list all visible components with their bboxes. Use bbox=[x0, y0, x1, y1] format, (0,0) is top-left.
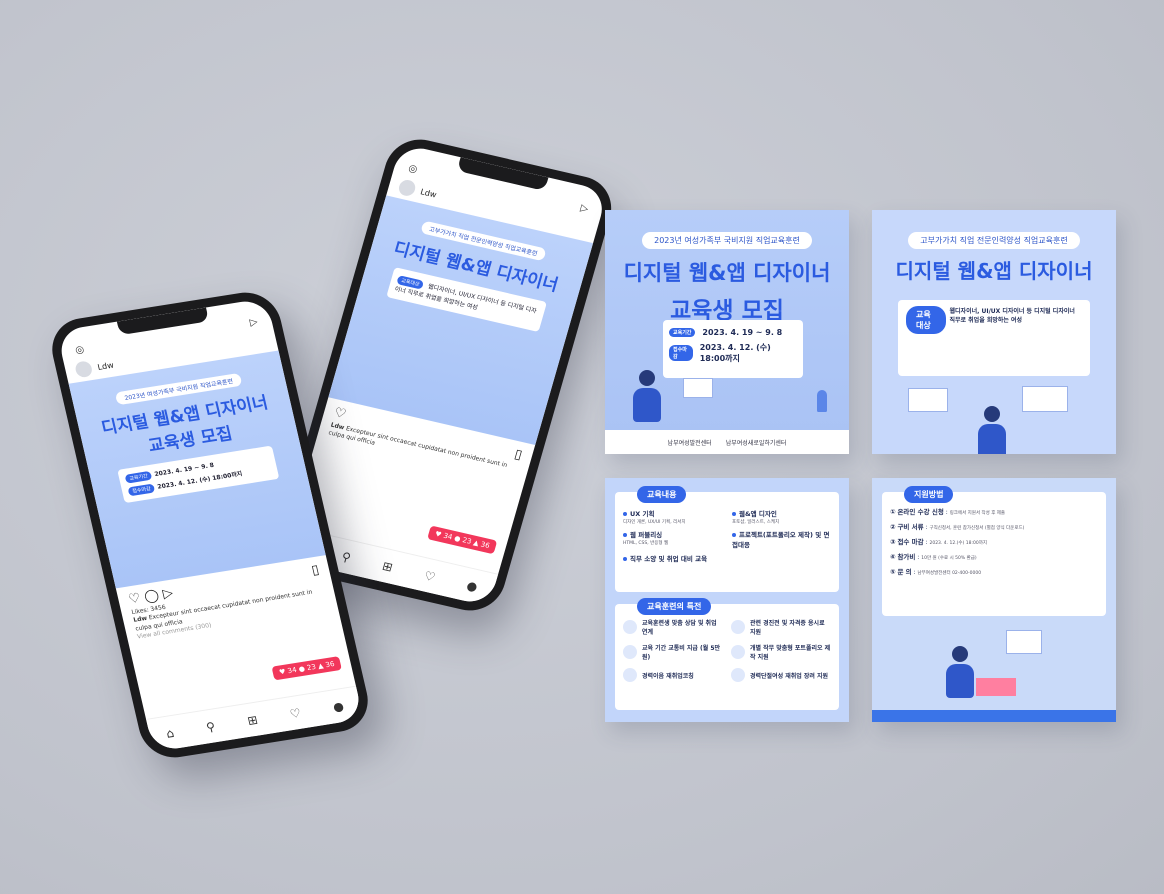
edu-label: 교육내용 bbox=[637, 486, 687, 503]
search-icon[interactable]: ⚲ bbox=[340, 549, 352, 564]
apply-row: ① 온라인 수강 신청 : 링크에서 지원서 작성 후 제출 bbox=[890, 508, 1006, 516]
board-illustration bbox=[1022, 386, 1068, 412]
plant-illustration bbox=[817, 390, 827, 412]
search-icon[interactable]: ⚲ bbox=[205, 719, 217, 734]
avatar[interactable] bbox=[397, 178, 418, 198]
feature-item: 경력이음 재취업코칭 bbox=[623, 668, 723, 682]
feature-icon bbox=[731, 668, 745, 682]
edu-item: 프로젝트(포트폴리오 제작) 및 면접대응 bbox=[732, 531, 830, 549]
person-illustration bbox=[633, 370, 661, 422]
board-illustration bbox=[908, 388, 948, 412]
notification-badge: ♥ 34 ● 23 ▲ 36 bbox=[427, 525, 498, 555]
bookmark-icon[interactable]: ▯ bbox=[310, 563, 320, 579]
feature-icon bbox=[623, 645, 637, 659]
footer-logos: 남부여성발전센터 남부여성새로일하기센터 bbox=[605, 430, 849, 454]
main-title: 디지털 웹&앱 디자이너 bbox=[623, 261, 831, 285]
subtitle-pill: 2023년 여성가족부 국비지원 직업교육훈련 bbox=[642, 232, 812, 249]
feature-label: 교육훈련의 특전 bbox=[637, 598, 712, 615]
send-icon[interactable]: ▷ bbox=[579, 202, 590, 214]
notification-badge: ♥ 34 ● 23 ▲ 36 bbox=[271, 656, 342, 681]
edu-item: UX 기획 디자인 개론, UX/UI 기획, 리서치 bbox=[623, 510, 686, 525]
feature-icon bbox=[731, 620, 745, 634]
chart-illustration bbox=[1006, 630, 1042, 654]
add-icon[interactable]: ⊞ bbox=[381, 558, 395, 574]
apply-row: ③ 접수 마감 : 2023. 4. 12.(수) 18:00까지 bbox=[890, 538, 987, 546]
edu-item: 웹 퍼블리싱 HTML, CSS, 반응형 웹 bbox=[623, 531, 669, 546]
feature-item: 경력단절여성 재취업 장려 지원 bbox=[731, 668, 831, 682]
feature-item: 관련 경진전 및 자격증 응시료 지원 bbox=[731, 618, 831, 636]
add-icon[interactable]: ⊞ bbox=[246, 712, 259, 727]
org-logo-2: 남부여성새로일하기센터 bbox=[725, 439, 787, 447]
subtitle-pill: 고부가가치 직업 전문인력양성 직업교육훈련 bbox=[908, 232, 1080, 249]
post-image: 2023년 여성가족부 국비지원 직업교육훈련 디지털 웹&앱 디자이너 교육생… bbox=[68, 350, 326, 589]
camera-icon[interactable]: ◎ bbox=[407, 163, 419, 176]
apply-label: 지원방법 bbox=[904, 486, 954, 503]
card-target: 고부가가치 직업 전문인력양성 직업교육훈련 디지털 웹&앱 디자이너 교육대상… bbox=[872, 210, 1116, 454]
card2-title: 디지털 웹&앱 디자이너 bbox=[895, 259, 1093, 283]
card-apply: 지원방법 ① 온라인 수강 신청 : 링크에서 지원서 작성 후 제출 ② 구비… bbox=[872, 478, 1116, 722]
home-icon[interactable]: ⌂ bbox=[165, 725, 176, 740]
apply-row: ④ 참가비 : 10만 원 (수료 시 50% 환급) bbox=[890, 553, 977, 561]
feature-item: 교육훈련생 맞춤 상담 및 취업 연계 bbox=[623, 618, 723, 636]
avatar[interactable] bbox=[74, 360, 94, 379]
laptop-illustration bbox=[976, 678, 1016, 696]
camera-icon[interactable]: ◎ bbox=[74, 344, 85, 356]
like-icon[interactable]: ♡ bbox=[332, 405, 348, 422]
feature-icon bbox=[731, 645, 745, 659]
target-panel: 교육대상 웹디자이너, UI/UX 디자이너 등 디지털 디자이너 직무로 취업을… bbox=[898, 300, 1090, 376]
edu-item: 직무 소양 및 취업 대비 교육 bbox=[623, 553, 722, 563]
card-curriculum: 교육내용 UX 기획 디자인 개론, UX/UI 기획, 리서치 웹&앱 디자인 포… bbox=[605, 478, 849, 722]
date-panel: 교육기간 2023. 4. 19 ~ 9. 8 접수마감 2023. 4. 12. … bbox=[663, 320, 803, 378]
username[interactable]: Ldw bbox=[420, 187, 438, 199]
bottom-strip bbox=[872, 710, 1116, 722]
username[interactable]: Ldw bbox=[97, 360, 115, 371]
bookmark-icon[interactable]: ▯ bbox=[513, 447, 524, 463]
phone-screen: ◎ ▷ Ldw 2023년 여성가족부 국비지원 직업교육훈련 디지털 웹&앱 디… bbox=[56, 297, 364, 753]
edu-item: 웹&앱 디자인 포토샵, 일러스트, 스케치 bbox=[732, 510, 780, 525]
bottom-nav: ⌂ ⚲ ⊞ ♡ ● bbox=[145, 685, 364, 753]
board-illustration bbox=[683, 378, 713, 398]
profile-icon[interactable]: ● bbox=[465, 578, 479, 594]
edu-panel: 교육내용 UX 기획 디자인 개론, UX/UI 기획, 리서치 웹&앱 디자인 포… bbox=[615, 486, 839, 592]
card-main-poster: 2023년 여성가족부 국비지원 직업교육훈련 디지털 웹&앱 디자이너 교육생… bbox=[605, 210, 849, 454]
apply-row: ② 구비 서류 : 구직신청서, 훈련 참가신청서 (별첨 양식 다운로드) bbox=[890, 523, 1025, 531]
phone-front: ◎ ▷ Ldw 2023년 여성가족부 국비지원 직업교육훈련 디지털 웹&앱 디… bbox=[45, 287, 375, 763]
feature-icon bbox=[623, 668, 637, 682]
heart-icon[interactable]: ♡ bbox=[423, 568, 437, 584]
person-illustration bbox=[946, 646, 974, 698]
feature-icon bbox=[623, 620, 637, 634]
feature-item: 개별 작무 맞춤형 포트폴리오 제작 지원 bbox=[731, 643, 831, 661]
feature-panel: 교육훈련의 특전 교육훈련생 맞춤 상담 및 취업 연계 관련 경진전 및 자격… bbox=[615, 598, 839, 710]
person-illustration bbox=[978, 406, 1006, 454]
apply-row: ⑤ 문 의 : 남부여성발전센터 02-400-0000 bbox=[890, 568, 982, 576]
send-icon[interactable]: ▷ bbox=[249, 316, 259, 328]
profile-icon[interactable]: ● bbox=[332, 699, 346, 714]
apply-panel: 지원방법 ① 온라인 수강 신청 : 링크에서 지원서 작성 후 제출 ② 구비… bbox=[882, 486, 1106, 616]
org-logo-1: 남부여성발전센터 bbox=[667, 439, 712, 447]
mockup-scene: ◎ ▷ Ldw 고부가가치 직업 전문인력양성 직업교육훈련 디지털 웹&앱 디자… bbox=[0, 0, 1164, 894]
feature-item: 교육 기간 교통비 지급 (월 5만 원) bbox=[623, 643, 723, 661]
heart-icon[interactable]: ♡ bbox=[288, 705, 302, 720]
